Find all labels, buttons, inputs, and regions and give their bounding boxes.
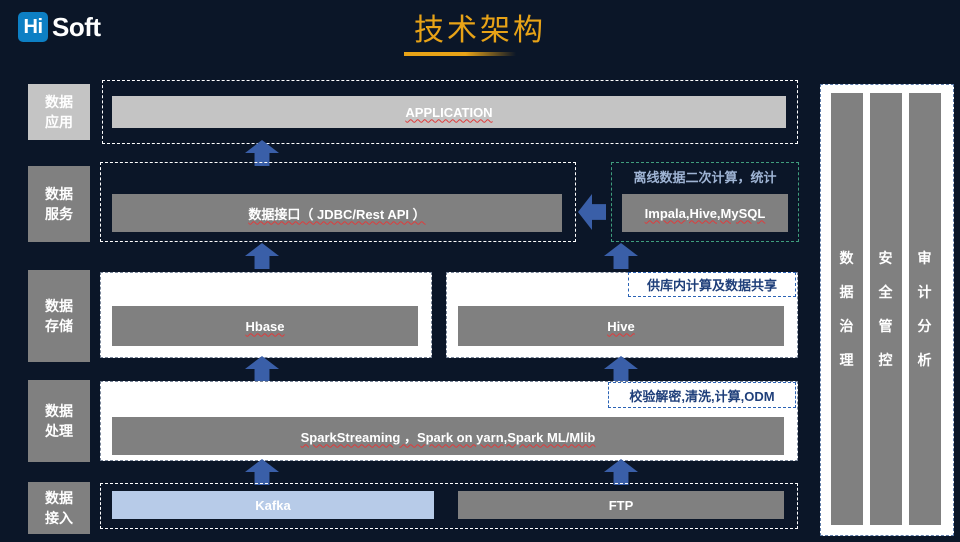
layer-label-processing: 数据 处理 — [28, 380, 90, 462]
hbase-label: Hbase — [245, 318, 285, 334]
spark-label: SparkStreaming ，Spark on yarn,Spark ML/M… — [300, 429, 596, 445]
data-interface-label: 数据接口（ JDBC/Rest API ） — [248, 206, 426, 222]
gov-char: 分 — [917, 318, 933, 334]
gov-char: 理 — [839, 352, 855, 368]
offline-engines-box[interactable]: Impala,Hive,MySQL — [622, 194, 788, 232]
governance-column-security-control[interactable]: 安 全 管 控 — [870, 93, 902, 525]
gov-char: 安 — [878, 250, 894, 266]
arrow-kafka-to-processing-icon — [245, 459, 279, 485]
layer-label-ingestion: 数据 接入 — [28, 482, 90, 534]
application-box-label: APPLICATION — [405, 104, 493, 120]
layer-label-line1: 数据 — [45, 94, 73, 110]
gov-char: 管 — [878, 318, 894, 334]
layer-label-line2: 处理 — [45, 423, 73, 439]
layer-label-line2: 服务 — [45, 206, 73, 222]
layer-label-line2: 存储 — [45, 318, 73, 334]
layer-label-line2: 应用 — [45, 114, 73, 130]
gov-char: 治 — [839, 318, 855, 334]
arrow-hbase-to-service-icon — [245, 243, 279, 269]
gov-char: 全 — [878, 284, 894, 300]
arrow-processing-to-hbase-icon — [245, 356, 279, 382]
layer-label-storage: 数据 存储 — [28, 270, 90, 362]
hbase-box[interactable]: Hbase — [112, 306, 418, 346]
layer-label-line1: 数据 — [45, 403, 73, 419]
governance-column-data-governance[interactable]: 数 据 治 理 — [831, 93, 863, 525]
ftp-box[interactable]: FTP — [458, 491, 784, 519]
kafka-label: Kafka — [255, 497, 291, 513]
kafka-box[interactable]: Kafka — [112, 491, 434, 519]
gov-char: 据 — [839, 284, 855, 300]
arrow-ftp-to-processing-icon — [604, 459, 638, 485]
in-db-compute-callout: 供库内计算及数据共享 — [628, 272, 796, 297]
layer-label-line1: 数据 — [45, 490, 73, 506]
gov-char: 数 — [839, 250, 855, 266]
arrow-offline-to-interface-icon — [578, 194, 606, 230]
hive-box[interactable]: Hive — [458, 306, 784, 346]
governance-column-audit-analysis[interactable]: 审 计 分 析 — [909, 93, 941, 525]
page-title: 技术架构 — [414, 14, 546, 47]
data-interface-box[interactable]: 数据接口（ JDBC/Rest API ） — [112, 194, 562, 232]
layer-label-line1: 数据 — [45, 186, 73, 202]
spark-box[interactable]: SparkStreaming ，Spark on yarn,Spark ML/M… — [112, 417, 784, 455]
arrow-hive-to-offline-icon — [604, 243, 638, 269]
arrow-processing-to-hive-icon — [604, 356, 638, 382]
title-underline-rule — [404, 52, 516, 56]
gov-char: 审 — [917, 250, 933, 266]
gov-char: 计 — [917, 284, 933, 300]
slide-canvas: Hi Soft 技术架构 数据 应用 数据 服务 数据 存储 数据 处理 数据 … — [0, 0, 960, 542]
application-box[interactable]: APPLICATION — [112, 96, 786, 128]
gov-char: 析 — [917, 352, 933, 368]
layer-label-line2: 接入 — [45, 510, 73, 526]
layer-label-application: 数据 应用 — [28, 84, 90, 140]
layer-label-service: 数据 服务 — [28, 166, 90, 242]
offline-engines-label: Impala,Hive,MySQL — [644, 205, 766, 221]
gov-char: 控 — [878, 352, 894, 368]
hive-label: Hive — [607, 318, 635, 334]
etl-callout: 校验解密,清洗,计算,ODM — [608, 382, 796, 408]
offline-compute-callout: 离线数据二次计算，统计 — [633, 169, 777, 185]
ftp-label: FTP — [608, 497, 634, 513]
layer-label-line1: 数据 — [45, 298, 73, 314]
